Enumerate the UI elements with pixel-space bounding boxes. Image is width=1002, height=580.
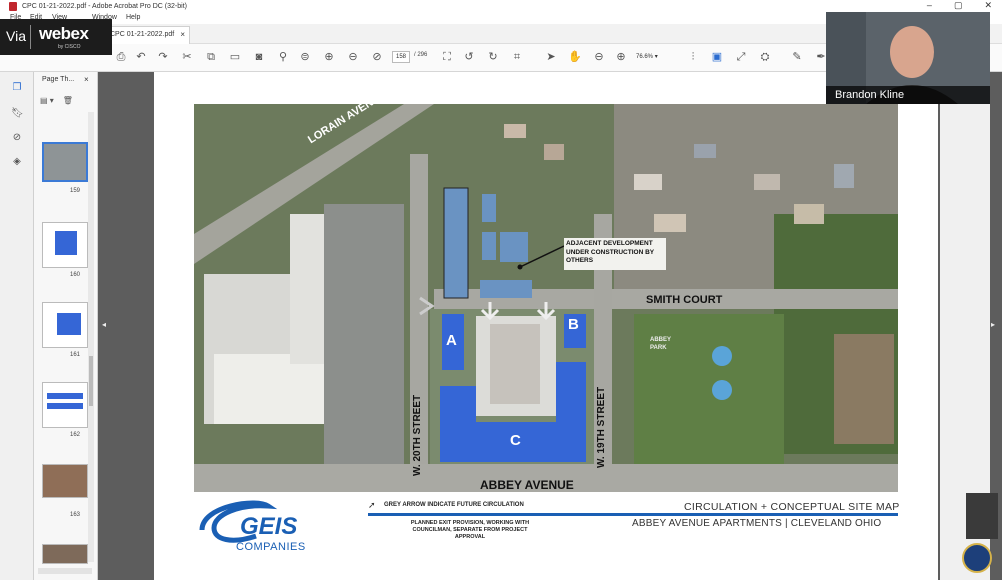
rotate-cw-icon[interactable]: ↻: [486, 50, 500, 64]
city-seal-icon: [962, 543, 992, 573]
site-map: LORAIN AVENUE SMITH COURT W. 20TH STREET…: [194, 104, 898, 492]
zoom-in-icon[interactable]: ⊕: [614, 50, 628, 64]
street-label-w19: W. 19TH STREET: [596, 386, 607, 468]
page-thumbnails-panel: Page Th... × ▤ ▾ 🗑︎ 159 160 161 162 163: [34, 72, 98, 580]
share-indicator[interactable]: [966, 493, 998, 539]
page-number-input[interactable]: 158: [392, 51, 410, 63]
rotate-ccw-icon[interactable]: ↺: [462, 50, 476, 64]
grey-arrow-icon: ➚: [368, 500, 376, 510]
print-icon[interactable]: ⎙: [114, 50, 128, 64]
paste-icon[interactable]: ▭: [228, 50, 242, 64]
panel-title: Page Th...: [42, 76, 75, 83]
tab-close-icon[interactable]: ×: [180, 30, 185, 39]
hand-tool-icon[interactable]: ✋: [568, 50, 582, 64]
undo-icon[interactable]: ↶: [134, 50, 148, 64]
building-a-label: A: [446, 332, 457, 349]
full-screen-icon[interactable]: ⤢: [734, 50, 748, 64]
page-thumbnails-icon[interactable]: ❐: [11, 82, 23, 94]
aerial-map-svg: [194, 104, 898, 492]
participant-name: Brandon Kline: [826, 86, 990, 104]
thumbnail-number: 163: [70, 512, 81, 518]
attachment-icon[interactable]: ⊘: [11, 132, 23, 144]
collapse-left-icon[interactable]: ◂: [102, 320, 106, 329]
zoom-select[interactable]: 76.6% ▾: [636, 51, 676, 63]
maximize-button[interactable]: ▢: [954, 0, 963, 11]
thumbnail-options-icon[interactable]: ▤ ▾ 🗑︎: [40, 96, 73, 105]
thumbnail-page[interactable]: [42, 302, 88, 348]
select-tool-icon[interactable]: ➤: [544, 50, 558, 64]
geis-wordmark: GEIS: [240, 513, 298, 540]
legend-exit-note: PLANNED EXIT PROVISION, WORKING WITH COU…: [410, 520, 530, 540]
via-label: Via: [6, 28, 26, 44]
thumbnail-number: 161: [70, 352, 81, 358]
minimize-button[interactable]: –: [927, 0, 932, 11]
thumbnail-number: 159: [70, 188, 81, 194]
street-label-smith: SMITH COURT: [646, 294, 723, 306]
thumbnail-page[interactable]: [42, 544, 88, 564]
first-page-icon[interactable]: ⊜: [298, 50, 312, 64]
zoom-out-icon[interactable]: ⊖: [592, 50, 606, 64]
sheet-title: CIRCULATION + CONCEPTUAL SITE MAP: [684, 501, 900, 513]
adjacent-development-note: ADJACENT DEVELOPMENT UNDER CONSTRUCTION …: [566, 240, 654, 264]
webex-logo: webex: [39, 24, 89, 43]
thumbnail-page[interactable]: [42, 382, 88, 428]
geis-companies-label: COMPANIES: [236, 541, 306, 553]
crop-icon[interactable]: ⌗: [510, 50, 524, 64]
panel-close-icon[interactable]: ×: [84, 75, 89, 84]
fit-page-icon[interactable]: ⛶: [440, 50, 454, 64]
zoom-value: 76.6%: [636, 54, 654, 60]
participant-video[interactable]: Brandon Kline: [826, 12, 990, 104]
collapse-right-icon[interactable]: ▸: [991, 320, 995, 329]
cut-icon[interactable]: ✂: [180, 50, 194, 64]
tab-document[interactable]: CPC 01-21-2022.pdf ×: [104, 26, 190, 44]
copy-icon[interactable]: ⧉: [204, 50, 218, 64]
prev-page-icon[interactable]: ⊕: [322, 50, 336, 64]
thumbnail-page[interactable]: [42, 464, 88, 498]
street-label-w20: W. 20TH STREET: [412, 394, 423, 476]
thumbnail-scrollbar[interactable]: [88, 112, 94, 562]
thumbnail-number: 160: [70, 272, 81, 278]
park-label: ABBEY PARK: [650, 337, 671, 351]
thumbnail-page[interactable]: [42, 142, 88, 182]
comment-icon[interactable]: ✎: [790, 50, 804, 64]
navigation-rail: ❐ 🔖︎ ⊘ ◈: [0, 72, 34, 580]
thumbnail-hscrollbar[interactable]: [38, 568, 92, 574]
find-icon[interactable]: ⚲: [276, 50, 290, 64]
page-display-icon[interactable]: ▣: [710, 50, 724, 64]
bookmark-icon[interactable]: 🔖︎: [11, 108, 24, 120]
cisco-label: by CISCO: [58, 44, 81, 50]
title-rule: [368, 513, 898, 516]
scroll-mode-icon[interactable]: ⫶: [686, 50, 700, 64]
menu-help[interactable]: Help: [126, 14, 140, 21]
sheet-subtitle: ABBEY AVENUE APARTMENTS | CLEVELAND OHIO: [632, 518, 882, 529]
thumbnail-number: 162: [70, 432, 81, 438]
page-total: / 296: [414, 52, 428, 58]
redo-icon[interactable]: ↷: [156, 50, 170, 64]
webex-banner: Via webex by CISCO: [0, 19, 112, 55]
legend-arrow-note: GREY ARROW INDICATE FUTURE CIRCULATION: [384, 502, 524, 508]
window-title: CPC 01-21-2022.pdf - Adobe Acrobat Pro D…: [22, 3, 187, 10]
layers-icon[interactable]: ◈: [11, 156, 23, 168]
last-page-icon[interactable]: ⊘: [370, 50, 384, 64]
snapshot-icon[interactable]: ◙: [252, 50, 266, 64]
next-page-icon[interactable]: ⊖: [346, 50, 360, 64]
chevron-down-icon: ▾: [654, 54, 658, 60]
acrobat-icon: [9, 2, 17, 11]
tab-label: CPC 01-21-2022.pdf: [110, 31, 175, 38]
building-c-label: C: [510, 432, 521, 449]
thumbnail-page[interactable]: [42, 222, 88, 268]
building-b-label: B: [568, 316, 579, 333]
tools-icon[interactable]: ⛭: [758, 50, 772, 64]
street-label-abbey: ABBEY AVENUE: [480, 478, 574, 492]
close-window-button[interactable]: ✕: [984, 0, 992, 11]
